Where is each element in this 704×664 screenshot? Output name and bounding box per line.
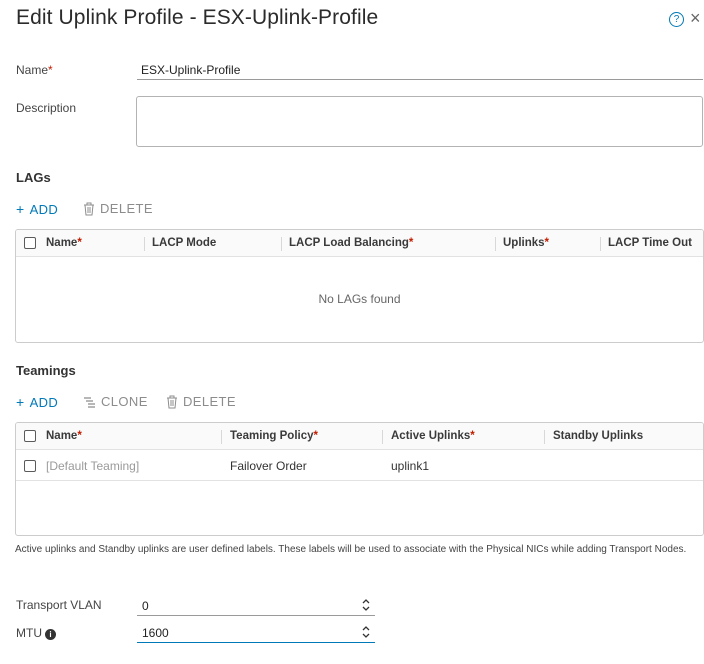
lags-col-lacp-timeout[interactable]: LACP Time Out <box>608 230 692 257</box>
mtu-input[interactable]: 1600 <box>137 623 375 643</box>
description-label: Description <box>16 101 77 115</box>
transport-vlan-input[interactable]: 0 <box>137 596 375 616</box>
lags-section-title: LAGs <box>16 170 51 185</box>
teamings-section-title: Teamings <box>16 363 76 378</box>
spinner-icon[interactable] <box>361 625 371 639</box>
description-input[interactable] <box>136 96 703 147</box>
teamings-add-button[interactable]: + ADD <box>16 394 58 410</box>
name-input[interactable] <box>137 60 703 80</box>
column-separator[interactable] <box>382 430 383 444</box>
lags-add-button[interactable]: + ADD <box>16 201 58 217</box>
column-separator[interactable] <box>495 237 496 251</box>
teamings-grid: Name* Teaming Policy* Active Uplinks* St… <box>15 422 704 536</box>
teamings-delete-button[interactable]: DELETE <box>166 394 236 409</box>
teamings-clone-button[interactable]: CLONE <box>83 394 148 409</box>
lags-col-lacp-mode[interactable]: LACP Mode <box>152 230 216 257</box>
lags-col-uplinks[interactable]: Uplinks* <box>503 230 549 257</box>
row-checkbox[interactable] <box>24 460 36 472</box>
uplinks-help-note: Active uplinks and Standby uplinks are u… <box>15 544 687 555</box>
lags-grid-header: Name* LACP Mode LACP Load Balancing* Upl… <box>16 230 703 257</box>
teamings-col-policy[interactable]: Teaming Policy* <box>230 423 318 450</box>
mtu-label: MTU i <box>16 626 56 640</box>
teamings-select-all-checkbox[interactable] <box>24 430 36 442</box>
spinner-icon[interactable] <box>361 598 371 612</box>
lags-col-lacp-load-balancing[interactable]: LACP Load Balancing* <box>289 230 413 257</box>
help-icon[interactable]: ? <box>669 12 684 27</box>
teamings-grid-header: Name* Teaming Policy* Active Uplinks* St… <box>16 423 703 450</box>
transport-vlan-label: Transport VLAN <box>16 598 102 612</box>
lags-delete-button[interactable]: DELETE <box>83 201 153 216</box>
teamings-col-name[interactable]: Name* <box>46 423 82 450</box>
plus-icon: + <box>16 394 25 410</box>
teaming-policy-cell: Failover Order <box>230 459 307 473</box>
dialog-title: Edit Uplink Profile - ESX-Uplink-Profile <box>16 6 379 29</box>
lags-grid: Name* LACP Mode LACP Load Balancing* Upl… <box>15 229 704 343</box>
info-icon[interactable]: i <box>45 629 56 640</box>
column-separator[interactable] <box>544 430 545 444</box>
plus-icon: + <box>16 201 25 217</box>
lags-col-name[interactable]: Name* <box>46 230 82 257</box>
column-separator[interactable] <box>281 237 282 251</box>
lags-select-all-checkbox[interactable] <box>24 237 36 249</box>
teamings-col-active-uplinks[interactable]: Active Uplinks* <box>391 423 475 450</box>
column-separator[interactable] <box>221 430 222 444</box>
trash-icon <box>167 395 177 408</box>
active-uplinks-cell: uplink1 <box>391 459 430 473</box>
clone-icon <box>84 396 95 408</box>
teamings-col-standby-uplinks[interactable]: Standby Uplinks <box>553 423 643 450</box>
column-separator[interactable] <box>144 237 145 251</box>
table-row[interactable]: [Default Teaming] Failover Order uplink1 <box>16 451 703 481</box>
column-separator[interactable] <box>600 237 601 251</box>
trash-icon <box>84 202 94 215</box>
teaming-name-cell: [Default Teaming] <box>46 459 140 473</box>
name-label: Name* <box>16 63 53 77</box>
close-icon[interactable]: × <box>690 8 701 28</box>
lags-empty-message: No LAGs found <box>318 292 401 306</box>
